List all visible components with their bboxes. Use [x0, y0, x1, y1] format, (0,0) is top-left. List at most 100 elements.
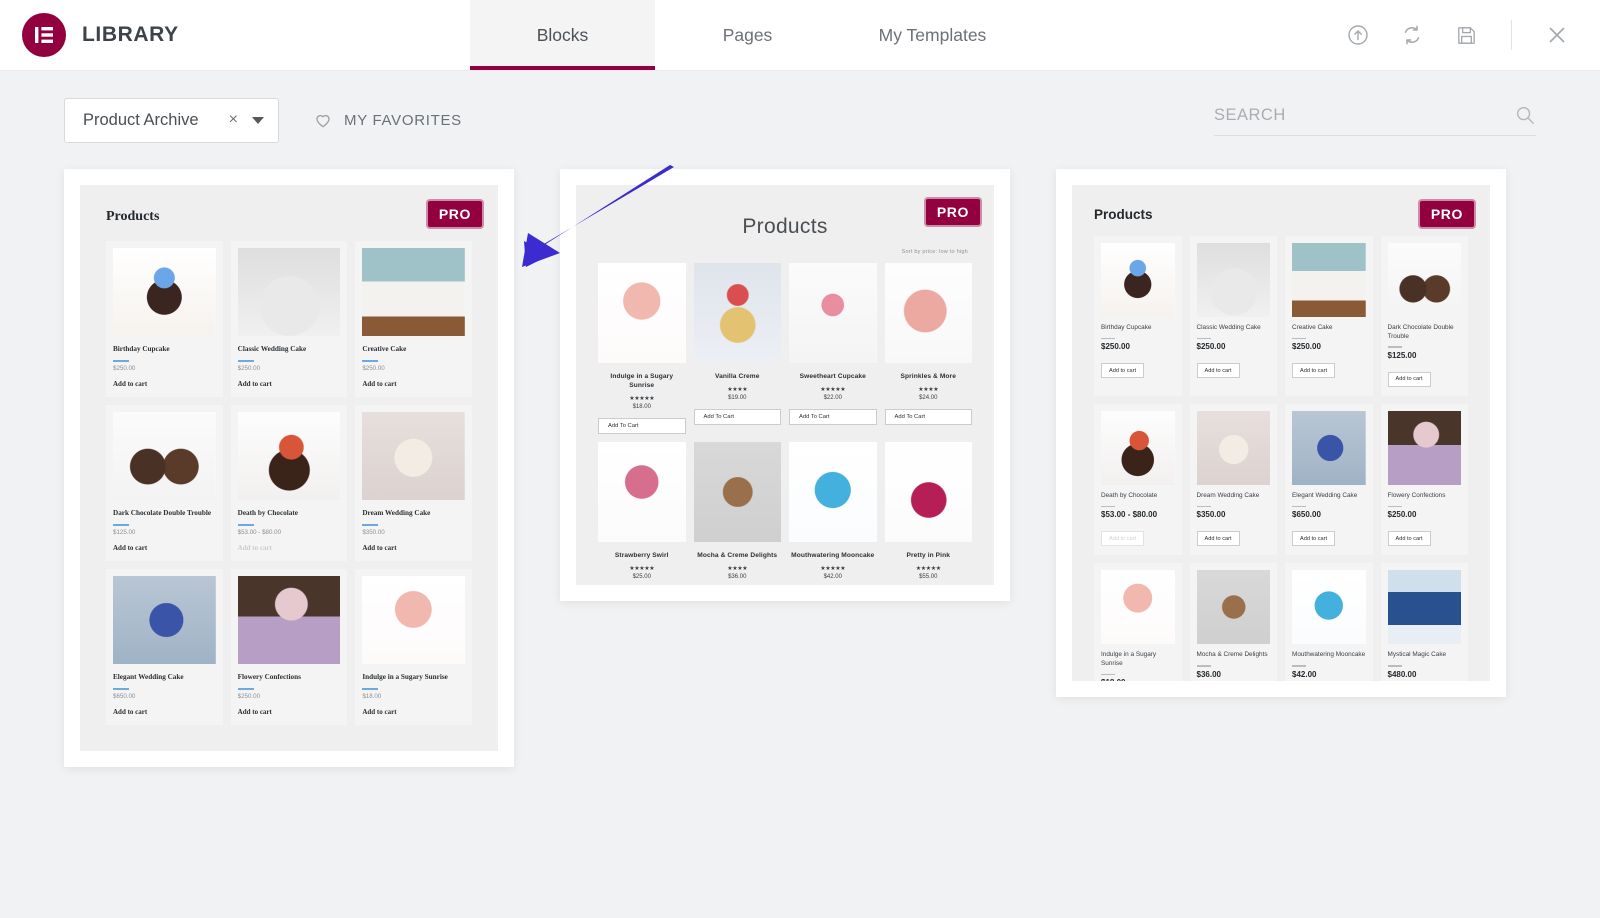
product-image: [1196, 570, 1270, 645]
product-divider: [237, 359, 254, 362]
tab-pages-label: Pages: [722, 24, 773, 45]
product-rating: ★★★★★: [915, 565, 941, 572]
add-to-cart-button[interactable]: Add to cart: [238, 544, 341, 552]
product-price: $250.00: [113, 364, 136, 372]
product-price: $18.00: [632, 403, 651, 410]
product-image: [113, 412, 216, 501]
product-name: Mouthwatering Mooncake: [1292, 651, 1366, 659]
add-to-cart-button[interactable]: Add to cart: [238, 708, 341, 716]
product-tile: Classic Wedding Cake $250.00 Add to cart: [230, 241, 348, 398]
product-image: [789, 263, 877, 363]
product-tile: Creative Cake $250.00 Add to cart: [1285, 236, 1373, 396]
product-rating: ★★★★★: [629, 565, 655, 572]
save-icon[interactable]: [1453, 22, 1479, 48]
product-price: $650.00: [113, 693, 136, 701]
product-name: Death by Chocolate: [1101, 491, 1158, 499]
add-to-cart-button[interactable]: Add To Cart: [598, 417, 686, 434]
add-to-cart-button[interactable]: Add to cart: [1196, 363, 1240, 379]
product-image: [113, 248, 216, 336]
product-price: $250.00: [1292, 342, 1321, 352]
product-tile: Mocha & Creme Delights$36.00Add to cart: [1189, 563, 1277, 681]
sync-icon[interactable]: [1399, 22, 1425, 48]
product-rating: ★★★★★: [820, 565, 846, 572]
add-to-cart-button[interactable]: Add to cart: [362, 544, 465, 552]
product-name: Indulge in a Sugary Sunrise: [610, 373, 674, 389]
tab-blocks[interactable]: Blocks: [470, 0, 655, 70]
product-divider: [1196, 664, 1211, 667]
product-divider: [1292, 505, 1306, 508]
preview-title: Products: [1094, 207, 1153, 222]
add-to-cart-button[interactable]: Add to cart: [1196, 531, 1240, 547]
add-to-cart-button[interactable]: Add to cart: [1292, 531, 1336, 547]
add-to-cart-button[interactable]: Add To Cart: [884, 409, 972, 426]
search-icon[interactable]: [1514, 104, 1536, 126]
product-rating: ★★★★: [727, 386, 748, 393]
preview-title: Products: [106, 209, 160, 224]
library-tabs: Blocks Pages My Templates: [470, 0, 1025, 70]
add-to-cart-button[interactable]: Add to cart: [362, 708, 465, 716]
product-image: [113, 576, 216, 665]
product-image: [1387, 570, 1461, 645]
add-to-cart-button[interactable]: Add to cart: [238, 380, 341, 388]
product-tile: Vanilla Creme ★★★★ $19.00 Add To Cart: [693, 263, 781, 434]
add-to-cart-button[interactable]: Add to cart: [1292, 363, 1336, 379]
add-to-cart-button[interactable]: Add To Cart: [789, 409, 877, 426]
filter-clear-icon[interactable]: ×: [229, 112, 238, 128]
template-card-3[interactable]: PRO Products Birthday Cupcake $250.00 Add …: [1056, 169, 1506, 697]
product-image: [1387, 243, 1461, 317]
product-divider: [1101, 673, 1115, 676]
tab-pages[interactable]: Pages: [655, 0, 840, 70]
my-favorites-button[interactable]: MY FAVORITES: [313, 110, 462, 130]
template-card-1[interactable]: PRO Products Birthday Cupcake $250.00 Add …: [64, 169, 514, 767]
add-to-cart-button[interactable]: Add to cart: [362, 380, 465, 388]
upload-icon[interactable]: [1345, 22, 1371, 48]
add-to-cart-button[interactable]: Add to cart: [113, 544, 216, 552]
product-image: [693, 263, 781, 363]
add-to-cart-button[interactable]: Add To Cart: [693, 409, 781, 426]
product-name: Dream Wedding Cake: [1196, 491, 1260, 499]
add-to-cart-button[interactable]: Add to cart: [1101, 363, 1145, 379]
close-icon[interactable]: [1544, 22, 1570, 48]
product-price: $53.00 - $80.00: [237, 528, 282, 536]
product-price: $36.00: [1196, 669, 1221, 679]
product-name: Creative Cake: [1292, 324, 1333, 331]
search-input[interactable]: [1214, 105, 1514, 125]
tab-my-templates[interactable]: My Templates: [840, 0, 1025, 70]
product-name: Indulge in a Sugary Sunrise: [362, 673, 448, 682]
product-divider: [1196, 505, 1211, 508]
product-image: [1101, 570, 1175, 645]
search-field[interactable]: [1214, 104, 1536, 136]
product-name: Dark Chocolate Double Trouble: [1387, 324, 1454, 340]
product-tile: Mystical Magic Cake$480.00Add to cart: [1380, 563, 1468, 681]
product-name: Sweetheart Cupcake: [799, 373, 866, 380]
filter-chip-product-archive[interactable]: Product Archive ×: [64, 97, 279, 143]
product-price: $18.00: [362, 693, 382, 701]
product-tile: Sprinkles & More ★★★★ $24.00 Add To Cart: [884, 263, 972, 434]
product-divider: [237, 688, 254, 691]
product-rating: ★★★★★: [820, 386, 846, 393]
product-name: Birthday Cupcake: [113, 345, 170, 353]
product-image: [1292, 410, 1366, 485]
product-name: Mocha & Creme Delights: [1196, 651, 1268, 659]
product-image: [1196, 243, 1270, 317]
chevron-down-icon[interactable]: [252, 116, 264, 124]
add-to-cart-button[interactable]: Add to cart: [1101, 531, 1145, 547]
product-price: $36.00: [728, 573, 747, 580]
elementor-logo-icon: [22, 13, 66, 57]
add-to-cart-button[interactable]: Add to cart: [113, 708, 216, 716]
product-name: Dream Wedding Cake: [362, 509, 431, 518]
product-tile: Dark Chocolate Double Trouble $125.00 Add …: [1380, 236, 1468, 396]
add-to-cart-button[interactable]: Add to cart: [1387, 371, 1431, 387]
product-price: $250.00: [362, 364, 385, 372]
add-to-cart-button[interactable]: Add to cart: [113, 380, 216, 388]
product-price: $250.00: [1387, 510, 1417, 520]
sort-dropdown[interactable]: Sort by price: low to high: [598, 249, 972, 255]
template-grid: PRO Products Birthday Cupcake $250.00 Add …: [0, 169, 1600, 767]
product-tile: Sweetheart Cupcake ★★★★★ $22.00 Add To Cart: [789, 263, 877, 434]
template-preview-1: PRO Products Birthday Cupcake $250.00 Add …: [80, 185, 498, 751]
add-to-cart-button[interactable]: Add to cart: [1387, 531, 1431, 547]
product-divider: [1387, 346, 1402, 348]
template-card-2[interactable]: PRO Products Sort by price: low to high …: [560, 169, 1010, 601]
library-title: LIBRARY: [82, 23, 179, 46]
product-image: [1196, 410, 1270, 485]
